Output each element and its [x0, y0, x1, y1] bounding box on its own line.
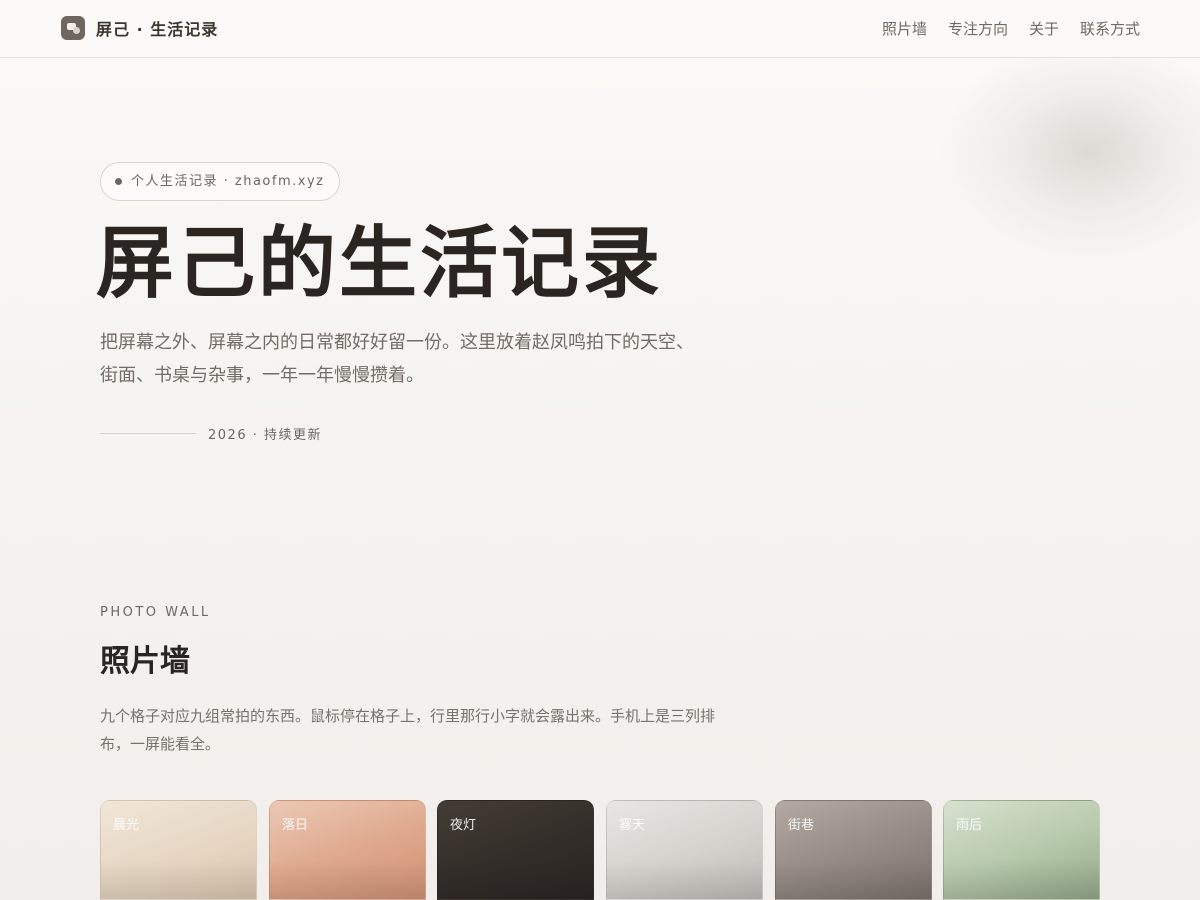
photo-card[interactable]: 落日: [269, 800, 426, 900]
nav-item-about[interactable]: 关于: [1029, 18, 1059, 39]
photo-card[interactable]: 雨后: [943, 800, 1100, 900]
photo-grid: 晨光 落日 夜灯 雾天 街巷 雨后: [100, 800, 1100, 900]
nav-item-contact[interactable]: 联系方式: [1080, 18, 1140, 39]
hero-title: 屏己的生活记录: [96, 218, 664, 309]
divider-line: [100, 433, 196, 434]
nav-item-photo-wall[interactable]: 照片墙: [882, 18, 927, 39]
photo-card-label: 夜灯: [450, 818, 477, 833]
photo-card-label: 落日: [282, 818, 309, 833]
nav-item-focus[interactable]: 专注方向: [948, 18, 1008, 39]
brand[interactable]: 屏己 · 生活记录: [61, 16, 218, 40]
hero-description: 把屏幕之外、屏幕之内的日常都好好留一份。这里放着赵凤鸣拍下的天空、街面、书桌与杂…: [100, 332, 694, 386]
hero-tag-text: 个人生活记录 · zhaofm.xyz: [131, 174, 325, 189]
section-title: 照片墙: [100, 644, 190, 679]
photo-card[interactable]: 晨光: [100, 800, 257, 900]
main-nav: 照片墙 专注方向 关于 联系方式: [861, 18, 1140, 39]
photo-card-label: 街巷: [788, 818, 815, 833]
decorative-glow: [940, 40, 1200, 260]
photo-card[interactable]: 夜灯: [437, 800, 594, 900]
photo-card-label: 晨光: [113, 818, 140, 833]
photo-card-label: 雨后: [956, 818, 983, 833]
section-description: 九个格子对应九组常拍的东西。鼠标停在格子上，行里那行小字就会露出来。手机上是三列…: [100, 707, 716, 753]
hero-tag: 个人生活记录 · zhaofm.xyz: [100, 162, 341, 201]
hero-meta: 2026 · 持续更新: [100, 424, 322, 443]
section-eyebrow: PHOTO WALL: [100, 605, 211, 620]
top-navbar: 屏己 · 生活记录 照片墙 专注方向 关于 联系方式: [0, 0, 1200, 58]
hero-meta-text: 2026 · 持续更新: [208, 428, 322, 443]
photo-stack-icon: [61, 16, 85, 40]
photo-card[interactable]: 雾天: [606, 800, 763, 900]
brand-name: 屏己 · 生活记录: [96, 20, 219, 39]
photo-card-label: 雾天: [619, 818, 646, 833]
dot-icon: [115, 178, 122, 185]
photo-card[interactable]: 街巷: [775, 800, 932, 900]
